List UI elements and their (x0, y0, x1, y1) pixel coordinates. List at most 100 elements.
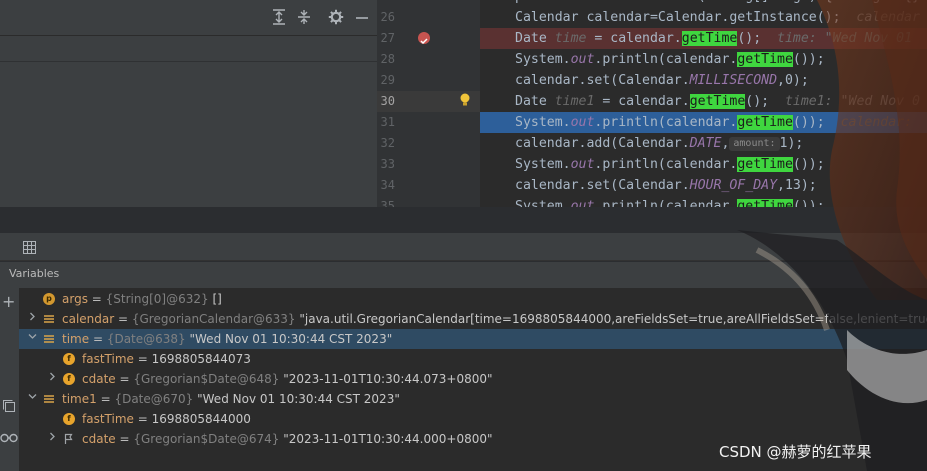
variable-text: fastTime = 1698805844073 (82, 352, 251, 366)
code-line[interactable]: System.out.println(calendar.getTime()); (480, 154, 927, 175)
variable-row[interactable]: time = {Date@638} "Wed Nov 01 10:30:44 C… (19, 329, 927, 349)
field-token: out (570, 199, 595, 207)
code-token: Date (515, 94, 555, 109)
variable-value: "Wed Nov 01 10:30:44 CST 2023" (189, 332, 393, 346)
code-line[interactable]: calendar.add(Calendar.DATE, amount: 1); (480, 133, 927, 154)
code-token: .println(calendar. (594, 199, 738, 207)
field-token: out (570, 52, 595, 67)
field-icon: f (63, 413, 75, 425)
variables-header: Variables (0, 262, 927, 288)
expand-all-icon[interactable] (270, 9, 288, 27)
variable-name: args (62, 292, 88, 306)
variable-row[interactable]: f fastTime = 1698805844073 (19, 349, 927, 369)
variable-row[interactable]: p args = {String[0]@632} [] (19, 289, 927, 309)
chevron-down-icon[interactable] (27, 389, 37, 409)
parameter-hint: amount: (729, 137, 780, 151)
breakpoint-icon[interactable] (418, 32, 430, 45)
chevron-right-icon[interactable] (47, 429, 57, 449)
inline-debug-value: time: "Wed Nov 01 (777, 31, 913, 46)
line-number: 32 (380, 136, 395, 150)
code-text: System.out.println(calendar.getTime()); (515, 49, 825, 70)
editor-gutter: 26 27 28 29 30 31 32 33 34 35 (377, 0, 480, 207)
code-line[interactable]: System.out.println(calendar.getTime()); … (447, 112, 927, 133)
code-token: System. (515, 52, 571, 67)
method-highlight: getTime (737, 157, 793, 172)
code-line[interactable]: Date time1 = calendar.getTime(); time1: … (480, 91, 927, 112)
field-icon: f (63, 353, 75, 365)
variable-text: cdate = {Gregorian$Date@648} "2023-11-01… (82, 372, 493, 386)
table-view-icon[interactable] (23, 239, 36, 258)
variable-type: {GregorianCalendar@633} (131, 312, 296, 326)
code-token: .println(calendar. (594, 157, 738, 172)
variable-name: cdate (82, 432, 116, 446)
variable-text: calendar = {GregorianCalendar@633} "java… (62, 309, 927, 329)
variable-text: time1 = {Date@670} "Wed Nov 01 10:30:44 … (62, 392, 400, 406)
code-token: .println(calendar. (594, 115, 738, 130)
code-line[interactable]: System.out.println(calendar.getTime()); (480, 196, 927, 207)
variable-row[interactable]: f cdate = {Gregorian$Date@648} "2023-11-0… (19, 369, 927, 389)
line-number: 27 (380, 31, 395, 45)
code-token: ()); (792, 157, 825, 172)
add-watch-icon[interactable]: + (2, 294, 15, 310)
variable-value: "2023-11-01T10:30:44.073+0800" (283, 372, 493, 386)
code-token: calendar.add(Calendar. (515, 136, 690, 151)
final-field-icon (63, 433, 75, 445)
method-highlight: getTime (737, 52, 793, 67)
line-number: 31 (380, 115, 395, 129)
code-text: System.out.println(calendar.getTime()); (515, 196, 825, 207)
inline-debug-value: calendar: (840, 115, 913, 130)
code-text: calendar.set(Calendar.MILLISECOND,0); (515, 70, 809, 91)
variable-token: time1 (554, 94, 595, 109)
code-token: calendar.set(Calendar. (515, 73, 690, 88)
code-token: ,0); (777, 73, 809, 88)
field-token: out (570, 115, 595, 130)
code-token: System. (515, 115, 571, 130)
code-text: Date time = calendar.getTime(); time: "W… (515, 28, 912, 49)
minimize-icon[interactable] (353, 9, 371, 27)
inline-debug-value: time1: "Wed Nov 0 (784, 94, 920, 109)
code-line[interactable]: System.out.println(calendar.getTime()); (480, 49, 927, 70)
code-token: System. (515, 157, 571, 172)
variables-side-toolbar: + (0, 288, 20, 471)
code-text: Calendar calendar=Calendar.getInstance()… (515, 7, 920, 28)
variable-row[interactable]: calendar = {GregorianCalendar@633} "java… (19, 309, 927, 329)
chevron-right-icon[interactable] (47, 369, 57, 389)
code-token: = calendar. (586, 31, 682, 46)
code-token: Date (515, 31, 555, 46)
variable-name: time (62, 332, 90, 346)
chevron-down-icon[interactable] (27, 329, 37, 349)
code-line[interactable]: calendar.set(Calendar.HOUR_OF_DAY,13); (480, 175, 927, 196)
gear-icon[interactable] (327, 9, 345, 27)
variable-type: {Date@670} (114, 392, 194, 406)
variable-type: {String[0]@632} (105, 292, 209, 306)
copy-icon[interactable] (2, 398, 16, 417)
method-highlight: getTime (737, 115, 793, 130)
code-token: ,13); (777, 178, 817, 193)
variable-row[interactable]: time1 = {Date@670} "Wed Nov 01 10:30:44 … (19, 389, 927, 409)
code-token: (); (745, 94, 770, 109)
variable-value: "Wed Nov 01 10:30:44 CST 2023" (197, 392, 400, 406)
code-line[interactable]: public static void main(String[] args) {… (480, 0, 927, 7)
glasses-icon[interactable] (0, 428, 18, 447)
variable-value: 1698805844000 (151, 412, 251, 426)
chevron-right-icon[interactable] (27, 309, 37, 329)
code-token: ()); (792, 115, 825, 130)
code-editor[interactable]: 26 27 28 29 30 31 32 33 34 35 public static void … (377, 0, 927, 207)
line-number: 33 (380, 157, 395, 171)
field-token: HOUR_OF_DAY (689, 178, 778, 193)
line-number: 30 (380, 94, 395, 108)
variable-value: "2023-11-01T10:30:44.000+0800" (283, 432, 493, 446)
collapse-all-icon[interactable] (295, 9, 313, 27)
variable-name: time1 (62, 392, 97, 406)
code-token: .println(calendar. (594, 52, 738, 67)
inline-debug-value: calendar (856, 10, 920, 25)
variable-row[interactable]: f fastTime = 1698805844000 (19, 409, 927, 429)
variable-value: 1698805844073 (151, 352, 251, 366)
code-text: public static void main(String[] args) {… (515, 0, 920, 7)
field-icon: f (63, 373, 75, 385)
code-line[interactable]: calendar.set(Calendar.MILLISECOND,0); (480, 70, 927, 91)
code-line[interactable]: Date time = calendar.getTime(); time: "W… (447, 28, 927, 49)
lightbulb-icon[interactable] (459, 92, 471, 106)
code-line[interactable]: Calendar calendar=Calendar.getInstance()… (480, 7, 927, 28)
line-number: 29 (380, 73, 395, 87)
